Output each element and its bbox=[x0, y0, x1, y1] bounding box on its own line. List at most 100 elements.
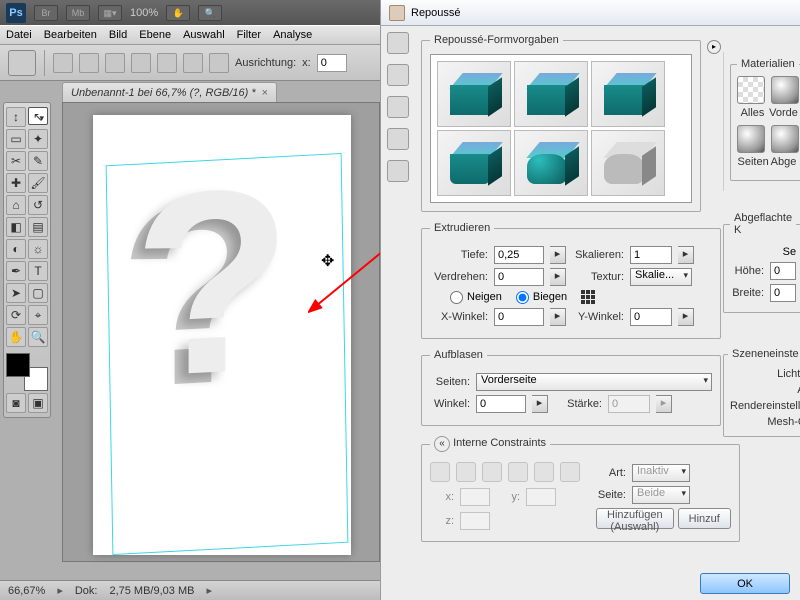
staerke-spinner: ▸ bbox=[656, 395, 672, 413]
menu-datei[interactable]: Datei bbox=[6, 29, 32, 41]
arrow-tool-icon[interactable]: ↖ bbox=[28, 107, 48, 125]
constraint-icon-2[interactable] bbox=[456, 462, 476, 482]
ywinkel-spinner[interactable]: ▸ bbox=[678, 308, 694, 326]
camera-tool-icon[interactable]: ⌖ bbox=[28, 305, 48, 325]
opt-btn-2[interactable] bbox=[79, 53, 99, 73]
menu-bild[interactable]: Bild bbox=[109, 29, 127, 41]
material-bevel[interactable] bbox=[771, 125, 799, 153]
crop-tool-icon[interactable]: ✂ bbox=[6, 151, 26, 171]
screenmode-icon[interactable]: ▣ bbox=[28, 393, 48, 413]
move-tool-icon[interactable]: ↕ bbox=[6, 107, 26, 127]
preset-5[interactable] bbox=[514, 130, 588, 196]
preset-1[interactable] bbox=[437, 61, 511, 127]
3d-question-mark-object[interactable]: ? bbox=[133, 169, 292, 398]
winkel-spinner[interactable]: ▸ bbox=[532, 395, 548, 413]
3d-tool-icon[interactable]: ⟳ bbox=[6, 305, 26, 325]
hoehe-input[interactable] bbox=[770, 262, 796, 280]
constraint-icon-6[interactable] bbox=[560, 462, 580, 482]
foreground-swatch[interactable] bbox=[6, 353, 30, 377]
opt-btn-5[interactable] bbox=[157, 53, 177, 73]
textur-select[interactable]: Skalie... bbox=[630, 268, 692, 286]
status-menu-icon[interactable]: ▸ bbox=[206, 584, 212, 597]
stamp-tool-icon[interactable]: ⌂ bbox=[6, 195, 26, 215]
menu-auswahl[interactable]: Auswahl bbox=[183, 29, 225, 41]
preset-3[interactable] bbox=[591, 61, 665, 127]
opt-x-input[interactable] bbox=[317, 54, 347, 72]
ok-button[interactable]: OK bbox=[700, 573, 790, 594]
view-extras-button[interactable]: ▦▾ bbox=[98, 5, 122, 21]
ywinkel-input[interactable] bbox=[630, 308, 672, 326]
color-swatches[interactable] bbox=[6, 353, 48, 391]
tiefe-spinner[interactable]: ▸ bbox=[550, 246, 566, 264]
hand-tool2-icon[interactable]: ✋ bbox=[6, 327, 26, 347]
pen-tool-icon[interactable]: ✒ bbox=[6, 261, 26, 281]
quickmask-icon[interactable]: ◙ bbox=[6, 393, 26, 413]
zoom-tool-icon[interactable]: 🔍 bbox=[198, 5, 222, 21]
wand-tool-icon[interactable]: ✦ bbox=[28, 129, 48, 149]
eyedropper-tool-icon[interactable]: ✎ bbox=[28, 151, 48, 171]
bend-grid-icon[interactable] bbox=[581, 290, 595, 304]
opt-btn-1[interactable] bbox=[53, 53, 73, 73]
neigen-radio[interactable]: Neigen bbox=[450, 291, 502, 304]
shape-tool-icon[interactable]: ▢ bbox=[28, 283, 48, 303]
xwinkel-spinner[interactable]: ▸ bbox=[550, 308, 566, 326]
verdrehen-input[interactable] bbox=[494, 268, 544, 286]
opt-btn-4[interactable] bbox=[131, 53, 151, 73]
document-tab[interactable]: Unbenannt-1 bei 66,7% (?, RGB/16) * × bbox=[62, 82, 277, 102]
dodge-tool-icon[interactable]: ☼ bbox=[28, 239, 48, 259]
dialog-titlebar[interactable]: Repoussé bbox=[381, 0, 800, 26]
skalieren-input[interactable] bbox=[630, 246, 672, 264]
winkel-input[interactable] bbox=[476, 395, 526, 413]
scene-legend: Szeneneinste bbox=[728, 348, 800, 360]
material-front[interactable] bbox=[771, 76, 799, 104]
constraint-icon-5[interactable] bbox=[534, 462, 554, 482]
opt-btn-3[interactable] bbox=[105, 53, 125, 73]
blur-tool-icon[interactable]: ◐ bbox=[6, 239, 26, 259]
opt-btn-6[interactable] bbox=[183, 53, 203, 73]
path-tool-icon[interactable]: ➤ bbox=[6, 283, 26, 303]
menu-analyse[interactable]: Analyse bbox=[273, 29, 312, 41]
tiefe-input[interactable] bbox=[494, 246, 544, 264]
breite-input[interactable] bbox=[770, 284, 796, 302]
c-y-label: y: bbox=[496, 491, 520, 503]
canvas-area[interactable]: ? ✥ bbox=[62, 102, 380, 562]
status-zoom: 66,67% bbox=[8, 585, 45, 597]
presets-flyout-icon[interactable]: ▸ bbox=[707, 40, 721, 54]
status-expand-icon[interactable]: ▸ bbox=[57, 584, 63, 597]
bridge-button[interactable]: Br bbox=[34, 5, 58, 21]
tab-close-icon[interactable]: × bbox=[262, 87, 268, 99]
add-selection-button[interactable]: Hinzufügen (Auswahl) bbox=[596, 508, 674, 529]
constraint-icon-1[interactable] bbox=[430, 462, 450, 482]
eraser-tool-icon[interactable]: ◧ bbox=[6, 217, 26, 237]
menu-ebene[interactable]: Ebene bbox=[139, 29, 171, 41]
biegen-radio[interactable]: Biegen bbox=[516, 291, 567, 304]
heal-tool-icon[interactable]: ✚ bbox=[6, 173, 26, 193]
constraints-toggle-icon[interactable]: « bbox=[434, 436, 450, 452]
brush-tool-icon[interactable]: 🖌 bbox=[28, 173, 48, 193]
mat-seiten-label: Seiten bbox=[738, 156, 768, 168]
minibridge-button[interactable]: Mb bbox=[66, 5, 90, 21]
preset-4[interactable] bbox=[437, 130, 511, 196]
verdrehen-spinner[interactable]: ▸ bbox=[550, 268, 566, 286]
menu-filter[interactable]: Filter bbox=[237, 29, 261, 41]
zoom-tool2-icon[interactable]: 🔍 bbox=[28, 327, 48, 347]
mat-abge-label: Abge bbox=[769, 156, 799, 168]
opt-btn-7[interactable] bbox=[209, 53, 229, 73]
skalieren-spinner[interactable]: ▸ bbox=[678, 246, 694, 264]
xwinkel-input[interactable] bbox=[494, 308, 544, 326]
add-button[interactable]: Hinzuf bbox=[678, 508, 731, 529]
seiten-select[interactable]: Vorderseite bbox=[476, 373, 712, 391]
constraint-icon-4[interactable] bbox=[508, 462, 528, 482]
material-sides[interactable] bbox=[737, 125, 765, 153]
constraint-icon-3[interactable] bbox=[482, 462, 502, 482]
marquee-tool-icon[interactable]: ▭ bbox=[6, 129, 26, 149]
hand-tool-icon[interactable]: ✋ bbox=[166, 5, 190, 21]
gradient-tool-icon[interactable]: ▤ bbox=[28, 217, 48, 237]
material-all[interactable] bbox=[737, 76, 765, 104]
type-tool-icon[interactable]: T bbox=[28, 261, 48, 281]
history-brush-icon[interactable]: ↺ bbox=[28, 195, 48, 215]
menu-bearbeiten[interactable]: Bearbeiten bbox=[44, 29, 97, 41]
preset-2[interactable] bbox=[514, 61, 588, 127]
preset-6[interactable] bbox=[591, 130, 665, 196]
current-tool-icon[interactable] bbox=[8, 50, 36, 76]
